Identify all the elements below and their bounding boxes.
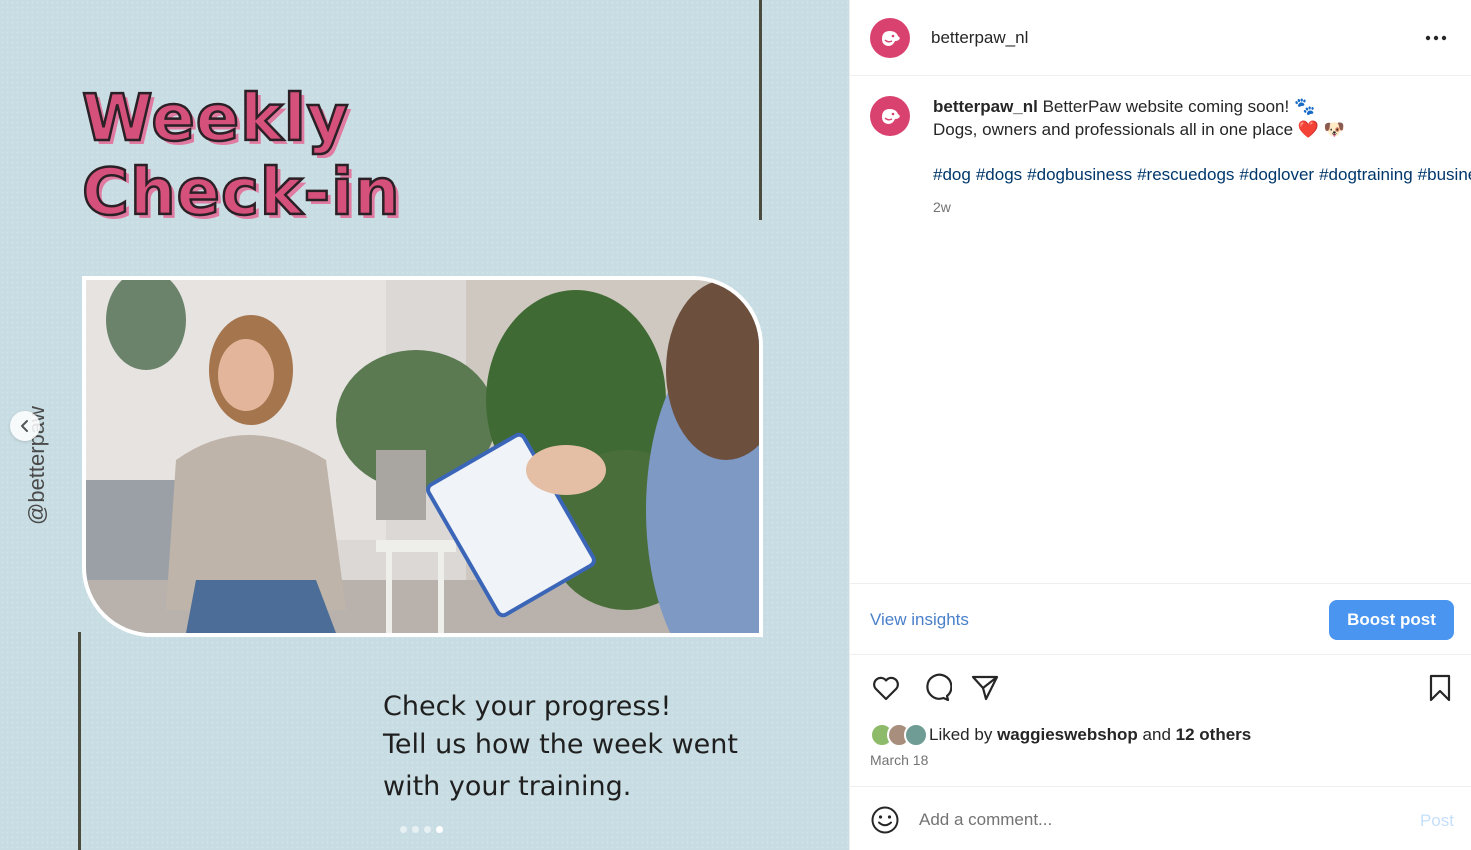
boost-post-button[interactable]: Boost post xyxy=(1329,600,1454,640)
title-line: Weekly xyxy=(81,81,350,158)
caption-body: betterpaw_nl BetterPaw website coming so… xyxy=(933,96,1471,219)
liker-username[interactable]: waggieswebshop xyxy=(997,725,1138,745)
more-options-button[interactable] xyxy=(1422,24,1450,52)
decorative-line xyxy=(78,632,81,850)
carousel-dot xyxy=(400,826,407,833)
dog-logo-icon xyxy=(882,109,900,124)
caption-username[interactable]: betterpaw_nl xyxy=(933,97,1038,116)
likes-summary: Liked by waggieswebshop and 12 others xyxy=(870,723,1251,747)
heart-dog-emoji: ❤️ 🐶 xyxy=(1297,119,1345,139)
header-username[interactable]: betterpaw_nl xyxy=(931,28,1028,48)
decorative-line xyxy=(759,0,762,220)
post-media[interactable]: Weekly Check-in @betterpaw Check your pr… xyxy=(0,0,849,850)
post-comment-button[interactable]: Post xyxy=(1420,811,1454,831)
caption-line: with your training. xyxy=(383,771,632,802)
caption-avatar[interactable] xyxy=(870,96,910,136)
carousel-indicator xyxy=(400,826,443,833)
caption-line: Check your progress! xyxy=(383,691,672,722)
heart-icon[interactable] xyxy=(870,672,902,704)
liker-avatars xyxy=(870,723,928,747)
insights-bar: View insights Boost post xyxy=(850,583,1471,655)
paw-emoji: 🐾 xyxy=(1293,97,1316,116)
likes-connector: and xyxy=(1142,725,1171,744)
post-actions xyxy=(870,672,1455,704)
dog-logo-icon xyxy=(882,30,900,46)
hashtag-link[interactable]: #rescuedogs xyxy=(1137,165,1234,184)
likes-others-link[interactable]: 12 others xyxy=(1176,725,1252,745)
comment-icon[interactable] xyxy=(920,672,952,704)
hashtag-link[interactable]: #dog xyxy=(933,165,971,184)
view-insights-link[interactable]: View insights xyxy=(870,610,969,630)
chevron-left-icon xyxy=(21,420,28,432)
profile-avatar[interactable] xyxy=(870,17,910,58)
comment-input[interactable] xyxy=(919,805,1399,835)
hashtag-link[interactable]: #doglover xyxy=(1239,165,1314,184)
comment-bar: Post xyxy=(850,786,1471,850)
caption-text: BetterPaw website coming soon! xyxy=(1042,97,1290,116)
share-icon[interactable] xyxy=(969,672,1001,704)
post-graphic-caption: Check your progress! Tell us how the wee… xyxy=(383,688,803,806)
hashtag-link[interactable]: #dogtraining xyxy=(1319,165,1413,184)
post-age: 2w xyxy=(933,199,951,215)
hashtag-link[interactable]: #businesspaw xyxy=(1418,165,1471,184)
hashtag-link[interactable]: #dogbusiness xyxy=(1027,165,1132,184)
carousel-dot xyxy=(424,826,431,833)
hashtag-list: #dog #dogs #dogbusiness #rescuedogs #doglove… xyxy=(933,164,1471,187)
photo-illustration xyxy=(86,280,759,633)
post-date: March 18 xyxy=(870,752,929,768)
carousel-dot xyxy=(436,826,443,833)
title-line: Check-in xyxy=(81,155,401,232)
post-caption: betterpaw_nl BetterPaw website coming so… xyxy=(870,96,1471,219)
post-graphic-title: Weekly Check-in xyxy=(81,81,412,232)
bookmark-icon[interactable] xyxy=(1424,672,1456,704)
post-header: betterpaw_nl xyxy=(850,0,1471,76)
more-options-icon xyxy=(1425,35,1447,41)
carousel-dot xyxy=(412,826,419,833)
therapy-session-photo xyxy=(82,276,763,637)
hashtag-link[interactable]: #dogs xyxy=(976,165,1022,184)
carousel-prev-button[interactable] xyxy=(10,411,40,441)
likes-prefix: Liked by xyxy=(929,725,993,744)
caption-line: Tell us how the week went xyxy=(383,729,738,760)
avatar[interactable] xyxy=(904,723,928,747)
caption-text: Dogs, owners and professionals all in on… xyxy=(933,119,1294,139)
side-handle: @betterpaw xyxy=(24,406,49,525)
emoji-icon[interactable] xyxy=(870,805,900,835)
post-side-panel: betterpaw_nl betterpaw_nl BetterPaw webs… xyxy=(849,0,1471,850)
